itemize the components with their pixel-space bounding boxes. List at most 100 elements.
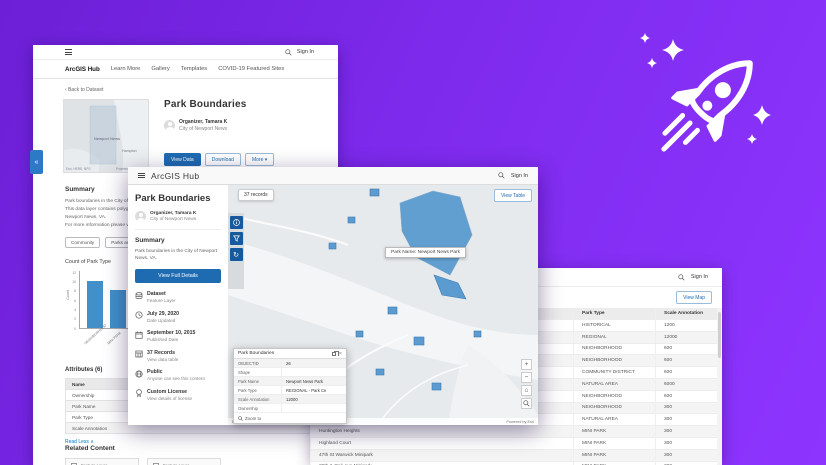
- download-button[interactable]: Download: [204, 153, 241, 166]
- view-license-link[interactable]: View details of license: [147, 396, 192, 401]
- thumb-attribution: Esri, HERE, NPS: [66, 167, 90, 171]
- feature-tooltip: Park Name: Newport News Park: [385, 247, 467, 258]
- avatar: [164, 120, 175, 131]
- popup-row: Park Name Newport News Park: [234, 377, 346, 386]
- collapse-icon: «: [34, 158, 39, 166]
- legend-info-button[interactable]: [229, 216, 243, 229]
- chart-ytick-label: 2: [74, 317, 76, 322]
- map-toolbar: ↻: [228, 213, 244, 289]
- back-chevron-icon: ‹: [65, 87, 67, 93]
- author-org: City of Newport News: [150, 217, 197, 222]
- sign-in-link[interactable]: Sign In: [297, 49, 314, 55]
- chart-ytick-label: 8: [74, 289, 76, 294]
- filter-button[interactable]: [229, 232, 243, 245]
- nav-item-covid[interactable]: COVID-19 Featured Sites: [218, 66, 284, 72]
- avatar: [135, 211, 146, 222]
- nav-brand[interactable]: ArcGIS Hub: [65, 66, 100, 73]
- popup-row: Scale Annotation 12000: [234, 395, 346, 404]
- chart-ytick-label: 10: [72, 279, 76, 284]
- nav-item-learn-more[interactable]: Learn More: [111, 66, 141, 72]
- caret-up-icon: ∧: [90, 438, 94, 445]
- rocket-illustration: [640, 33, 771, 152]
- map-zoom-controls: + − ⌂: [521, 359, 532, 409]
- license-icon: [136, 389, 142, 398]
- page-title: Park Boundaries: [164, 99, 247, 110]
- thumb-label-hampton: Hampton: [122, 149, 137, 153]
- more-button[interactable]: More ▾: [244, 153, 275, 166]
- chart-xtick-label: NEIGHBORHOOD: [83, 323, 108, 345]
- popup-row: Ownership: [234, 404, 346, 413]
- chart-ytick-label: 12: [72, 270, 76, 275]
- search-icon[interactable]: [285, 48, 292, 56]
- detail-dataset: Dataset Feature Layer: [135, 291, 221, 303]
- dock-popup-icon[interactable]: [331, 350, 340, 356]
- records-count-badge: 37 records: [238, 189, 274, 201]
- nav-item-templates[interactable]: Templates: [181, 66, 207, 72]
- map-search-button[interactable]: [521, 398, 532, 409]
- refresh-button[interactable]: ↻: [229, 248, 243, 261]
- site-topbar: Sign In: [33, 45, 338, 60]
- table-row[interactable]: 29th & Oak Ave MiniparkMINI PARK300: [310, 461, 717, 465]
- view-full-details-button[interactable]: View Full Details: [135, 269, 221, 284]
- sign-in-link[interactable]: Sign In: [511, 173, 528, 179]
- chart-ytick-label: 4: [74, 307, 76, 312]
- calendar-icon: [135, 331, 143, 339]
- chart-ytick-label: 0: [74, 326, 76, 331]
- sign-in-link[interactable]: Sign In: [691, 274, 708, 280]
- author-org: City of Newport News: [179, 126, 228, 132]
- search-icon[interactable]: [678, 273, 685, 281]
- nav-item-gallery[interactable]: Gallery: [151, 66, 169, 72]
- feature-popup: Park Boundaries × OBJECTID 26 Shape Park …: [233, 348, 347, 424]
- tag-community[interactable]: Community: [65, 236, 101, 248]
- popup-title: Park Boundaries: [238, 351, 275, 356]
- chart-bar: [87, 280, 103, 328]
- dataset-icon: [135, 292, 143, 299]
- scrollbar[interactable]: [717, 308, 722, 465]
- explorer-header: ArcGIS Hub Sign In: [128, 167, 538, 185]
- park-type-chart-yticks: 0 2 4 6 8 10 12: [69, 270, 78, 331]
- view-data-button[interactable]: View Data: [164, 153, 201, 166]
- magnifier-icon: [238, 415, 243, 421]
- view-map-button[interactable]: View Map: [676, 291, 712, 304]
- breadcrumb[interactable]: ‹ Back to Dataset: [65, 87, 338, 93]
- search-icon[interactable]: [498, 172, 505, 179]
- detail-public: Public Anyone can see this content: [135, 369, 221, 381]
- table-row[interactable]: Highland Court MINI PARK 300: [310, 437, 717, 450]
- detail-date-updated: July 29, 2020 Date Updated: [135, 311, 221, 323]
- zoom-in-button[interactable]: +: [521, 359, 532, 370]
- zoom-to-link[interactable]: Zoom to: [234, 413, 346, 423]
- table-row[interactable]: Huntington Heights MINI PARK 300: [310, 426, 717, 438]
- table-row[interactable]: 47th St Warwick Minipark MINI PARK 300: [310, 449, 717, 462]
- related-card-park[interactable]: Feature Layer Park A layer of parks: [65, 457, 139, 465]
- globe-icon: [135, 370, 143, 378]
- related-card-sport-fields[interactable]: Feature Layer Sport Fields/Areas Sport f…: [147, 457, 221, 465]
- explorer-brand[interactable]: ArcGIS Hub: [151, 171, 199, 181]
- dataset-explorer-window: ArcGIS Hub Sign In Park Boundaries Organ…: [128, 167, 538, 425]
- home-extent-button[interactable]: ⌂: [521, 385, 532, 396]
- sidebar-toggle-tab[interactable]: «: [30, 150, 43, 174]
- chart-ytick-label: 6: [74, 298, 76, 303]
- table-icon: [135, 351, 143, 358]
- chart-bar: [110, 290, 126, 328]
- detail-published-date: September 10, 2015 Published Date: [135, 330, 221, 342]
- dataset-details-list: Dataset Feature Layer July 29, 2020 Date U…: [135, 291, 221, 401]
- menu-icon[interactable]: [138, 171, 145, 179]
- dataset-title: Park Boundaries: [135, 193, 211, 204]
- dataset-side-panel: Park Boundaries Organizer, Tamara K City…: [128, 185, 228, 425]
- dataset-map-thumbnail[interactable]: Newport News Hampton Esri, HERE, NPS Pow…: [63, 99, 149, 173]
- view-data-table-link[interactable]: View data table: [147, 357, 178, 362]
- view-table-button[interactable]: View Table: [494, 189, 532, 202]
- info-icon: [232, 219, 240, 226]
- thumb-label-city: Newport News: [94, 136, 120, 141]
- popup-row: Shape: [234, 368, 346, 377]
- site-nav: ArcGIS Hub Learn More Gallery Templates …: [33, 60, 338, 79]
- filter-icon: [232, 235, 240, 242]
- popup-row: Park Type REGIONAL - Park Ce: [234, 386, 346, 395]
- menu-icon[interactable]: [65, 48, 72, 56]
- zoom-out-button[interactable]: −: [521, 372, 532, 383]
- author-name: Organizer, Tamara K: [179, 119, 228, 125]
- popup-row: OBJECTID 26: [234, 359, 346, 368]
- arcgis-hub-banner: Sign In ArcGIS Hub Learn More Gallery Te…: [0, 0, 826, 465]
- search-icon: [523, 400, 530, 407]
- rocket-icon: [661, 60, 753, 152]
